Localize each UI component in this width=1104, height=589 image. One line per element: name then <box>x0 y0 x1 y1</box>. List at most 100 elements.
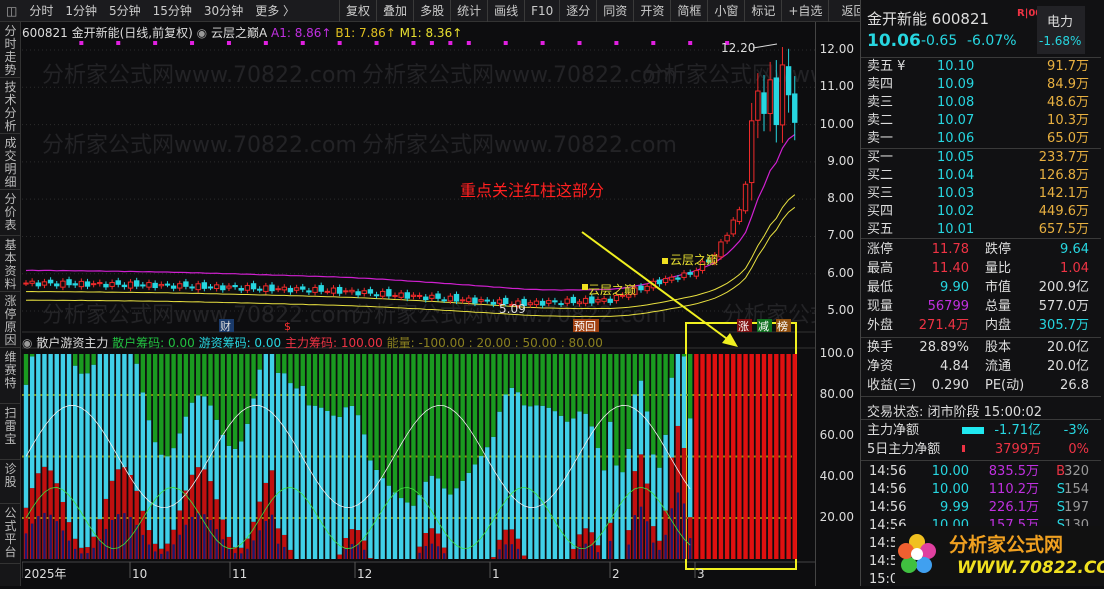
period-1min[interactable]: 1分钟 <box>59 2 103 19</box>
retail-bar <box>392 354 398 493</box>
candle <box>779 64 786 126</box>
ask-row: 卖四 10.09 84.9万 <box>861 76 1097 94</box>
hot-money-bar <box>196 395 201 468</box>
retail-bar <box>485 354 490 448</box>
hot-money-bar <box>36 354 41 474</box>
btn-tongzi[interactable]: 同资 <box>596 0 633 22</box>
stat-value: 28.89% <box>919 340 969 355</box>
candle <box>416 294 423 297</box>
period-5min[interactable]: 5分钟 <box>103 2 147 19</box>
btn-xiaochuang[interactable]: 小窗 <box>707 0 744 22</box>
high-arrow <box>752 43 778 49</box>
retail-bar <box>442 354 447 489</box>
hot-money-bar <box>269 354 275 471</box>
period-30min[interactable]: 30分钟 <box>198 2 249 19</box>
candle <box>767 79 773 115</box>
sidebar-item-7[interactable]: 扫雷宝 <box>0 404 21 460</box>
sidebar-item-6[interactable]: 维赛特 <box>0 348 21 404</box>
sector-box[interactable]: 电力 -1.68% <box>1037 6 1085 54</box>
candle <box>293 287 300 291</box>
retail-bar <box>491 354 496 437</box>
btn-add-watchlist[interactable]: +自选 <box>781 0 828 22</box>
btn-biaoji[interactable]: 标记 <box>744 0 781 22</box>
ask-label: 卖五 ¥ <box>867 59 906 74</box>
sidebar-item-5[interactable]: 涨停原因 <box>0 292 21 348</box>
candle <box>201 282 208 289</box>
energy-bar <box>584 543 587 559</box>
btn-diejia[interactable]: 叠加 <box>376 0 413 22</box>
hot-money-bar <box>214 419 219 500</box>
candle <box>343 290 349 293</box>
stat-label: 涨停 <box>867 242 894 257</box>
period-fenshi[interactable]: 分时 <box>23 2 59 19</box>
bid-price: 10.01 <box>937 222 975 237</box>
period-more[interactable]: 更多 〉 <box>249 2 301 19</box>
hot-money-bar <box>509 387 515 530</box>
hot-money-bar <box>355 415 361 531</box>
tick-volume: 226.1万 <box>988 500 1039 515</box>
candle <box>552 300 558 303</box>
collapse-icon[interactable]: ◉ <box>197 26 207 40</box>
energy-bar <box>147 544 151 559</box>
site-logo: 分析家公式网 WWW.70822.COM <box>895 526 1104 584</box>
candle <box>404 292 411 299</box>
hot-money-bar <box>595 448 601 546</box>
btn-fuquan[interactable]: 复权 <box>339 0 376 22</box>
sidebar-item-8[interactable]: 诊股 <box>0 460 21 504</box>
watermark: 分析家公式网www.70822.com <box>362 63 677 88</box>
sidebar-item-2[interactable]: 成交明细 <box>0 134 21 190</box>
retail-bar <box>368 354 373 461</box>
energy-bar <box>682 503 686 559</box>
signal-dot <box>374 41 379 45</box>
bid-label: 买四 <box>867 204 894 219</box>
energy-bar <box>430 543 434 559</box>
btn-kaizi[interactable]: 开资 <box>633 0 670 22</box>
candle <box>177 283 183 289</box>
hot-money-bar <box>97 354 102 520</box>
hot-money-bar <box>411 505 416 559</box>
stat-row: 现量 56799 总量 577.0万 <box>861 298 1097 316</box>
indicator-title[interactable]: 散户游资主力 <box>36 336 108 350</box>
kline-chart[interactable]: 分析家公式网www.70822.com 分析家公式网www.70822.com分析… <box>22 22 815 586</box>
sidebar-item-1[interactable]: 技术分析 <box>0 78 21 134</box>
retail-bar <box>208 354 213 406</box>
sidebar-item-3[interactable]: 分价表 <box>0 190 21 236</box>
main-force-bar <box>694 354 699 559</box>
hot-money-bar <box>521 405 527 556</box>
hot-money-bar <box>60 354 66 502</box>
retail-bar <box>282 354 287 374</box>
bid-label: 买一 <box>867 150 894 165</box>
hot-money-bar <box>429 475 435 529</box>
candle <box>183 281 189 287</box>
hot-money-bar <box>632 394 638 472</box>
energy-bar <box>670 508 673 559</box>
retail-bar <box>669 354 674 378</box>
sidebar-toggle[interactable]: ◫ <box>0 4 23 18</box>
btn-f10[interactable]: F10 <box>524 0 559 22</box>
period-15min[interactable]: 15分钟 <box>147 2 198 19</box>
candle <box>773 77 779 126</box>
btn-tongji[interactable]: 统计 <box>450 0 487 22</box>
sidebar-item-9[interactable]: 公式平台 <box>0 504 21 564</box>
signal-dot <box>688 41 693 45</box>
btn-zhufen[interactable]: 逐分 <box>559 0 596 22</box>
candle <box>724 234 730 242</box>
energy-bar <box>689 538 692 559</box>
energy-bar <box>117 514 120 559</box>
candle <box>718 241 724 258</box>
btn-huaxian[interactable]: 画线 <box>487 0 524 22</box>
tick-time: 14:56 <box>869 482 907 497</box>
indicator-name[interactable]: 云层之巅A <box>211 26 267 40</box>
candle <box>367 289 374 294</box>
sidebar-item-0[interactable]: 分时走势 <box>0 22 21 78</box>
btn-jiankuang[interactable]: 简框 <box>670 0 707 22</box>
hot-money-bar <box>688 418 693 518</box>
retail-bar <box>503 354 508 395</box>
collapse-icon[interactable]: ◉ <box>22 336 32 350</box>
stat-label: 流通 <box>985 359 1012 374</box>
btn-duogu[interactable]: 多股 <box>413 0 450 22</box>
sidebar-item-4[interactable]: 基本资料 <box>0 236 21 292</box>
energy-bar <box>418 552 421 559</box>
candle <box>662 278 669 283</box>
main-force-bar <box>774 354 779 559</box>
